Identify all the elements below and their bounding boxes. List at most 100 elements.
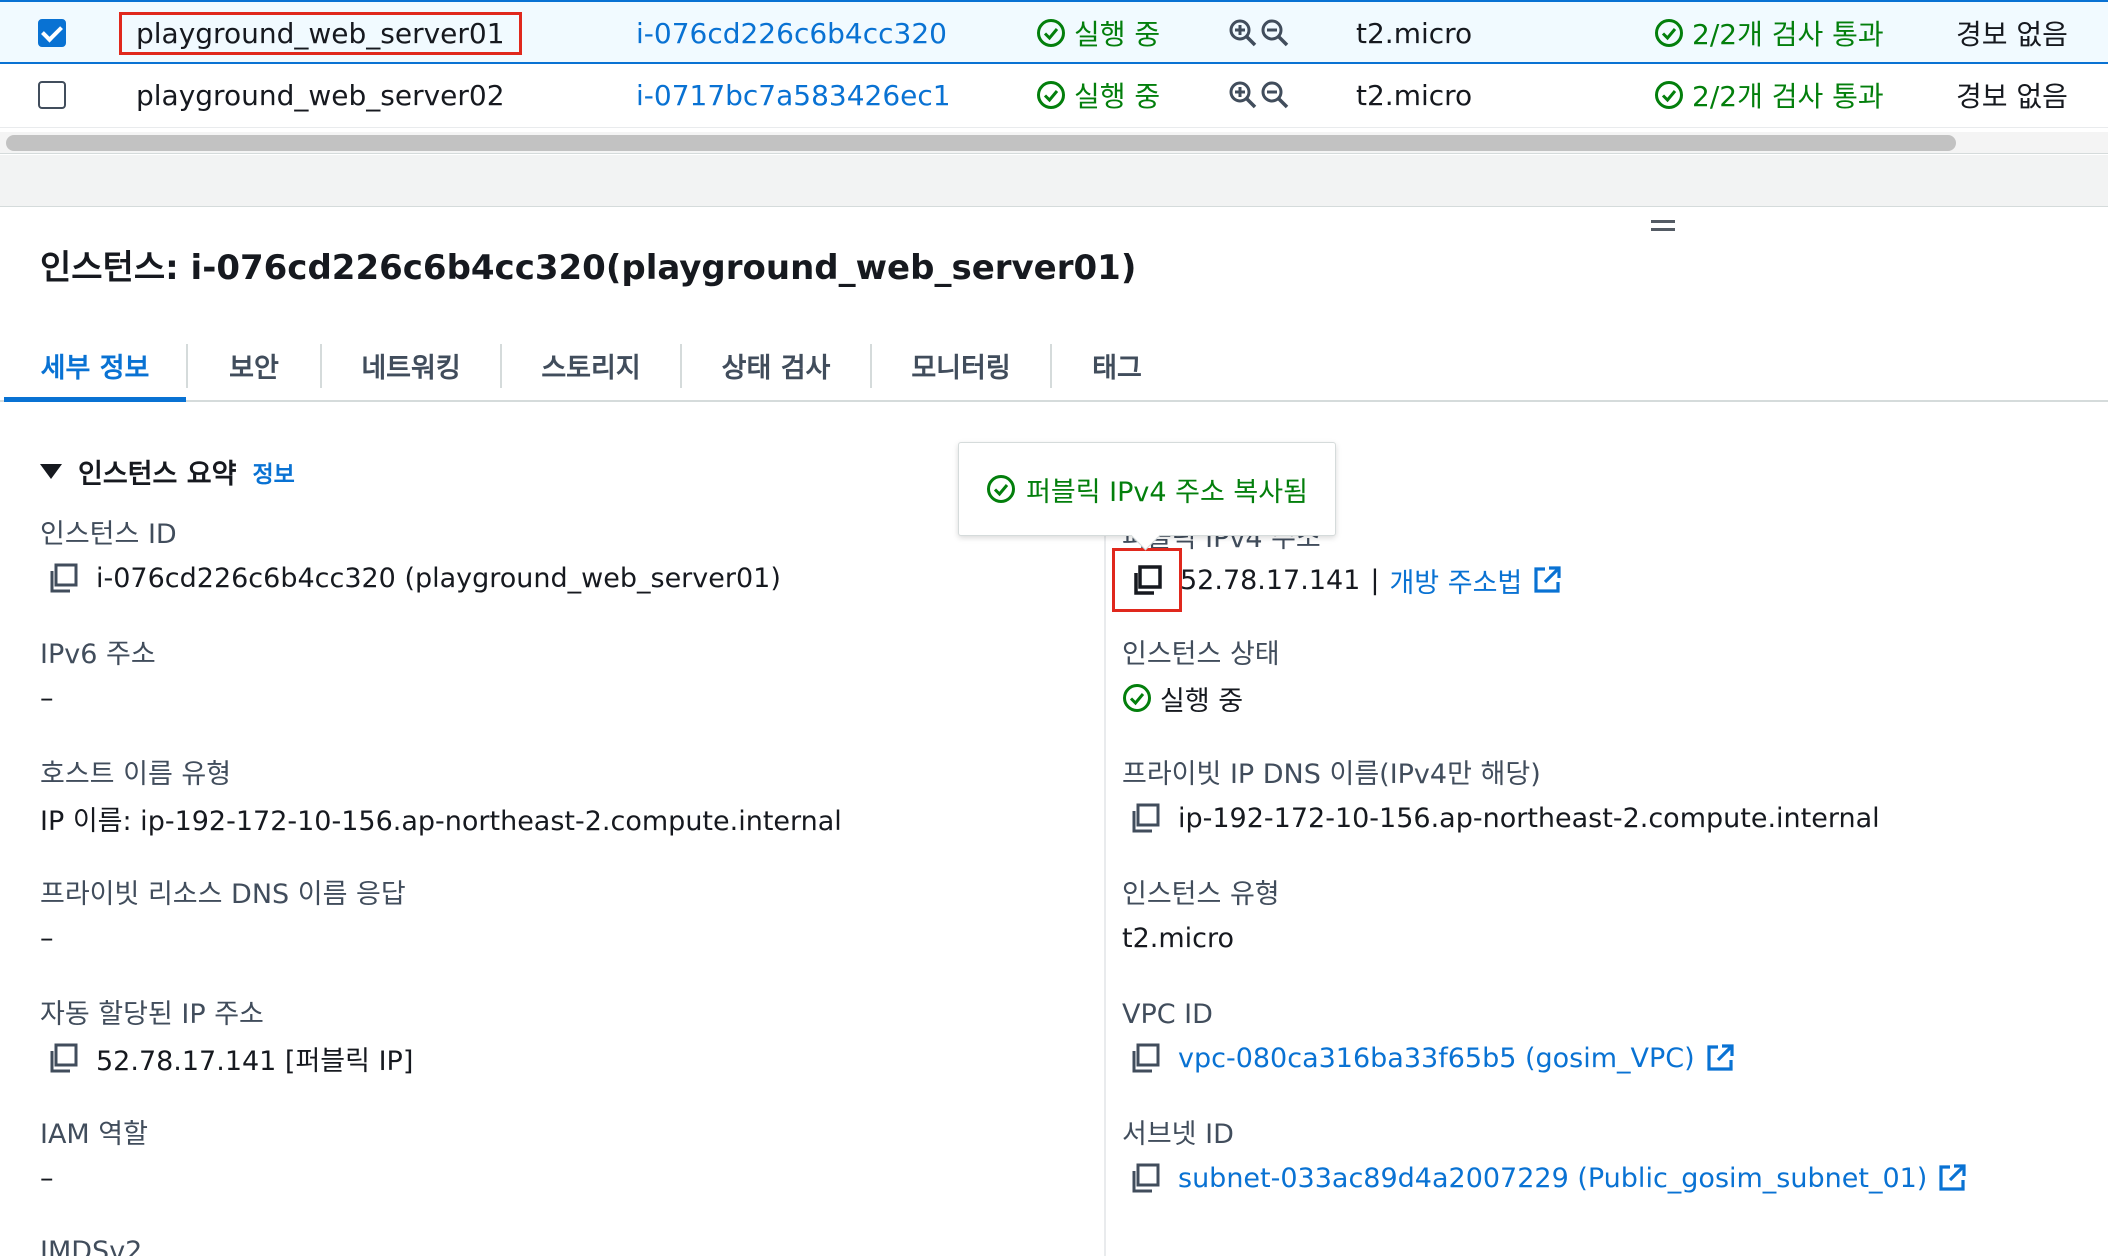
copy-icon[interactable] <box>1128 1161 1162 1195</box>
copy-icon[interactable] <box>46 561 80 595</box>
field-label: 인스턴스 유형 <box>1122 879 1280 910</box>
field-instance-type: 인스턴스 유형 t2.micro <box>1122 875 1280 961</box>
detail-tabs: 세부 정보 보안 네트워킹 스토리지 상태 검사 모니터링 태그 <box>0 330 2108 402</box>
field-label: IPv6 주소 <box>40 639 156 670</box>
field-label: 프라이빗 IP DNS 이름(IPv4만 해당) <box>1122 759 1541 790</box>
field-value: i-076cd226c6b4cc320 (playground_web_serv… <box>40 555 781 601</box>
info-link[interactable]: 정보 <box>252 455 294 489</box>
copied-popover: 퍼블릭 IPv4 주소 복사됨 <box>958 442 1336 536</box>
instance-id-link[interactable]: i-076cd226c6b4cc320 <box>636 2 947 64</box>
tab-monitoring[interactable]: 모니터링 <box>872 330 1050 400</box>
instance-id-value: i-076cd226c6b4cc320 (playground_web_serv… <box>96 562 781 594</box>
scrollbar-thumb[interactable] <box>6 135 1956 151</box>
instance-state: 실행 중 <box>1036 64 1160 126</box>
field-imdsv2: IMDSv2 <box>40 1232 142 1256</box>
status-check-text: 2/2개 검사 통과 <box>1692 18 1884 51</box>
external-link-icon[interactable] <box>1705 1043 1735 1073</box>
zoom-out-icon[interactable] <box>1260 80 1290 110</box>
zoom-in-icon[interactable] <box>1228 18 1258 48</box>
state-text: 실행 중 <box>1074 80 1161 113</box>
instance-type: t2.micro <box>1356 16 1473 50</box>
tab-status-checks[interactable]: 상태 검사 <box>682 330 870 400</box>
private-dns-value: ip-192-172-10-156.ap-northeast-2.compute… <box>1178 802 1880 834</box>
field-auto-ip: 자동 할당된 IP 주소 52.78.17.141 [퍼블릭 IP] <box>40 995 413 1081</box>
field-public-ipv4: 52.78.17.141 | 개방 주소법 <box>1122 557 1562 603</box>
copy-icon[interactable] <box>46 1041 80 1075</box>
zoom-controls <box>1228 2 1290 64</box>
field-label: 호스트 이름 유형 <box>40 759 232 790</box>
field-value: vpc-080ca316ba33f65b5 (gosim_VPC) <box>1122 1035 1735 1081</box>
state-text: 실행 중 <box>1074 18 1161 51</box>
field-label: IMDSv2 <box>40 1236 143 1256</box>
field-subnet-id: 서브넷 ID subnet-033ac89d4a2007229 (Public_… <box>1122 1115 1967 1201</box>
field-label: 프라이빗 리소스 DNS 이름 응답 <box>40 879 406 910</box>
tab-networking[interactable]: 네트워킹 <box>322 330 500 400</box>
alarm-status: 경보 없음 <box>1956 80 2068 113</box>
row-checkbox-cell[interactable] <box>38 64 66 126</box>
instance-name: playground_web_server01 <box>119 11 522 55</box>
copy-icon[interactable] <box>1128 801 1162 835</box>
value-separator: | <box>1370 564 1380 596</box>
table-row[interactable]: playground_web_server02 i-0717bc7a583426… <box>0 64 2108 128</box>
row-checkbox[interactable] <box>38 81 66 109</box>
summary-title: 인스턴스 요약 <box>78 459 237 490</box>
status-check: 2/2개 검사 통과 <box>1654 64 1884 126</box>
popover-text: 퍼블릭 IPv4 주소 복사됨 <box>1026 476 1308 508</box>
tab-security[interactable]: 보안 <box>188 330 320 400</box>
instances-table: playground_web_server01 i-076cd226c6b4cc… <box>0 0 2108 132</box>
check-circle-icon <box>1037 81 1065 109</box>
field-value: subnet-033ac89d4a2007229 (Public_gosim_s… <box>1122 1155 1967 1201</box>
field-private-dns-answer: 프라이빗 리소스 DNS 이름 응답 – <box>40 875 406 961</box>
caret-down-icon[interactable] <box>40 464 62 479</box>
zoom-out-icon[interactable] <box>1260 18 1290 48</box>
zoom-in-icon[interactable] <box>1228 80 1258 110</box>
instance-id-link[interactable]: i-0717bc7a583426ec1 <box>636 64 951 126</box>
split-panel-band <box>0 155 2108 207</box>
drag-handle-icon[interactable] <box>1651 218 1675 232</box>
tab-storage[interactable]: 스토리지 <box>502 330 680 400</box>
auto-ip-value: 52.78.17.141 [퍼블릭 IP] <box>96 1045 414 1077</box>
check-circle-icon <box>987 475 1016 503</box>
table-row[interactable]: playground_web_server01 i-076cd226c6b4cc… <box>0 0 2108 64</box>
field-iam-role: IAM 역할 – <box>40 1115 148 1201</box>
copy-icon[interactable] <box>1128 1041 1162 1075</box>
check-circle-icon <box>1655 81 1683 109</box>
field-value: – <box>40 922 54 954</box>
check-circle-icon <box>1655 19 1683 47</box>
field-value: 52.78.17.141 | 개방 주소법 <box>1122 557 1562 603</box>
field-vpc-id: VPC ID vpc-080ca316ba33f65b5 (gosim_VPC) <box>1122 995 1735 1081</box>
field-value: – <box>40 682 54 714</box>
state-text: 실행 중 <box>1160 685 1244 717</box>
instance-summary-header[interactable]: 인스턴스 요약 정보 <box>40 452 295 491</box>
field-value: IP 이름: ip-192-172-10-156.ap-northeast-2.… <box>40 805 842 837</box>
vpc-link[interactable]: vpc-080ca316ba33f65b5 (gosim_VPC) <box>1178 1043 1695 1074</box>
check-circle-icon <box>1037 19 1065 47</box>
subnet-link[interactable]: subnet-033ac89d4a2007229 (Public_gosim_s… <box>1178 1163 1927 1194</box>
horizontal-scrollbar[interactable] <box>0 132 2108 154</box>
name-cell: playground_web_server01 <box>119 2 522 64</box>
field-value: 실행 중 <box>1122 675 1280 721</box>
field-instance-state: 인스턴스 상태 실행 중 <box>1122 635 1280 721</box>
tab-tags[interactable]: 태그 <box>1052 330 1182 400</box>
status-check-text: 2/2개 검사 통과 <box>1692 80 1884 113</box>
field-label: 서브넷 ID <box>1122 1119 1234 1150</box>
field-value: ip-192-172-10-156.ap-northeast-2.compute… <box>1122 795 1880 841</box>
copy-public-ip-button[interactable] <box>1112 548 1182 612</box>
field-value: 52.78.17.141 [퍼블릭 IP] <box>40 1035 413 1081</box>
field-private-dns: 프라이빗 IP DNS 이름(IPv4만 해당) ip-192-172-10-1… <box>1122 755 1880 841</box>
tab-details[interactable]: 세부 정보 <box>4 330 186 402</box>
field-hostname-type: 호스트 이름 유형 IP 이름: ip-192-172-10-156.ap-no… <box>40 755 842 841</box>
field-label: IAM 역할 <box>40 1119 148 1150</box>
page-title: 인스턴스: i-076cd226c6b4cc320(playground_web… <box>40 248 1137 288</box>
field-instance-id: 인스턴스 ID i-076cd226c6b4cc320 (playground_… <box>40 515 781 601</box>
check-circle-icon <box>1123 684 1151 712</box>
row-checkbox[interactable] <box>38 19 66 47</box>
instance-state: 실행 중 <box>1036 2 1160 64</box>
field-ipv6: IPv6 주소 – <box>40 635 156 721</box>
row-checkbox-cell[interactable] <box>38 2 66 64</box>
external-link-icon[interactable] <box>1532 565 1562 595</box>
field-label: 자동 할당된 IP 주소 <box>40 999 264 1030</box>
external-link-icon[interactable] <box>1937 1163 1967 1193</box>
open-address-link[interactable]: 개방 주소법 <box>1389 561 1522 600</box>
copy-icon[interactable] <box>1130 563 1164 597</box>
